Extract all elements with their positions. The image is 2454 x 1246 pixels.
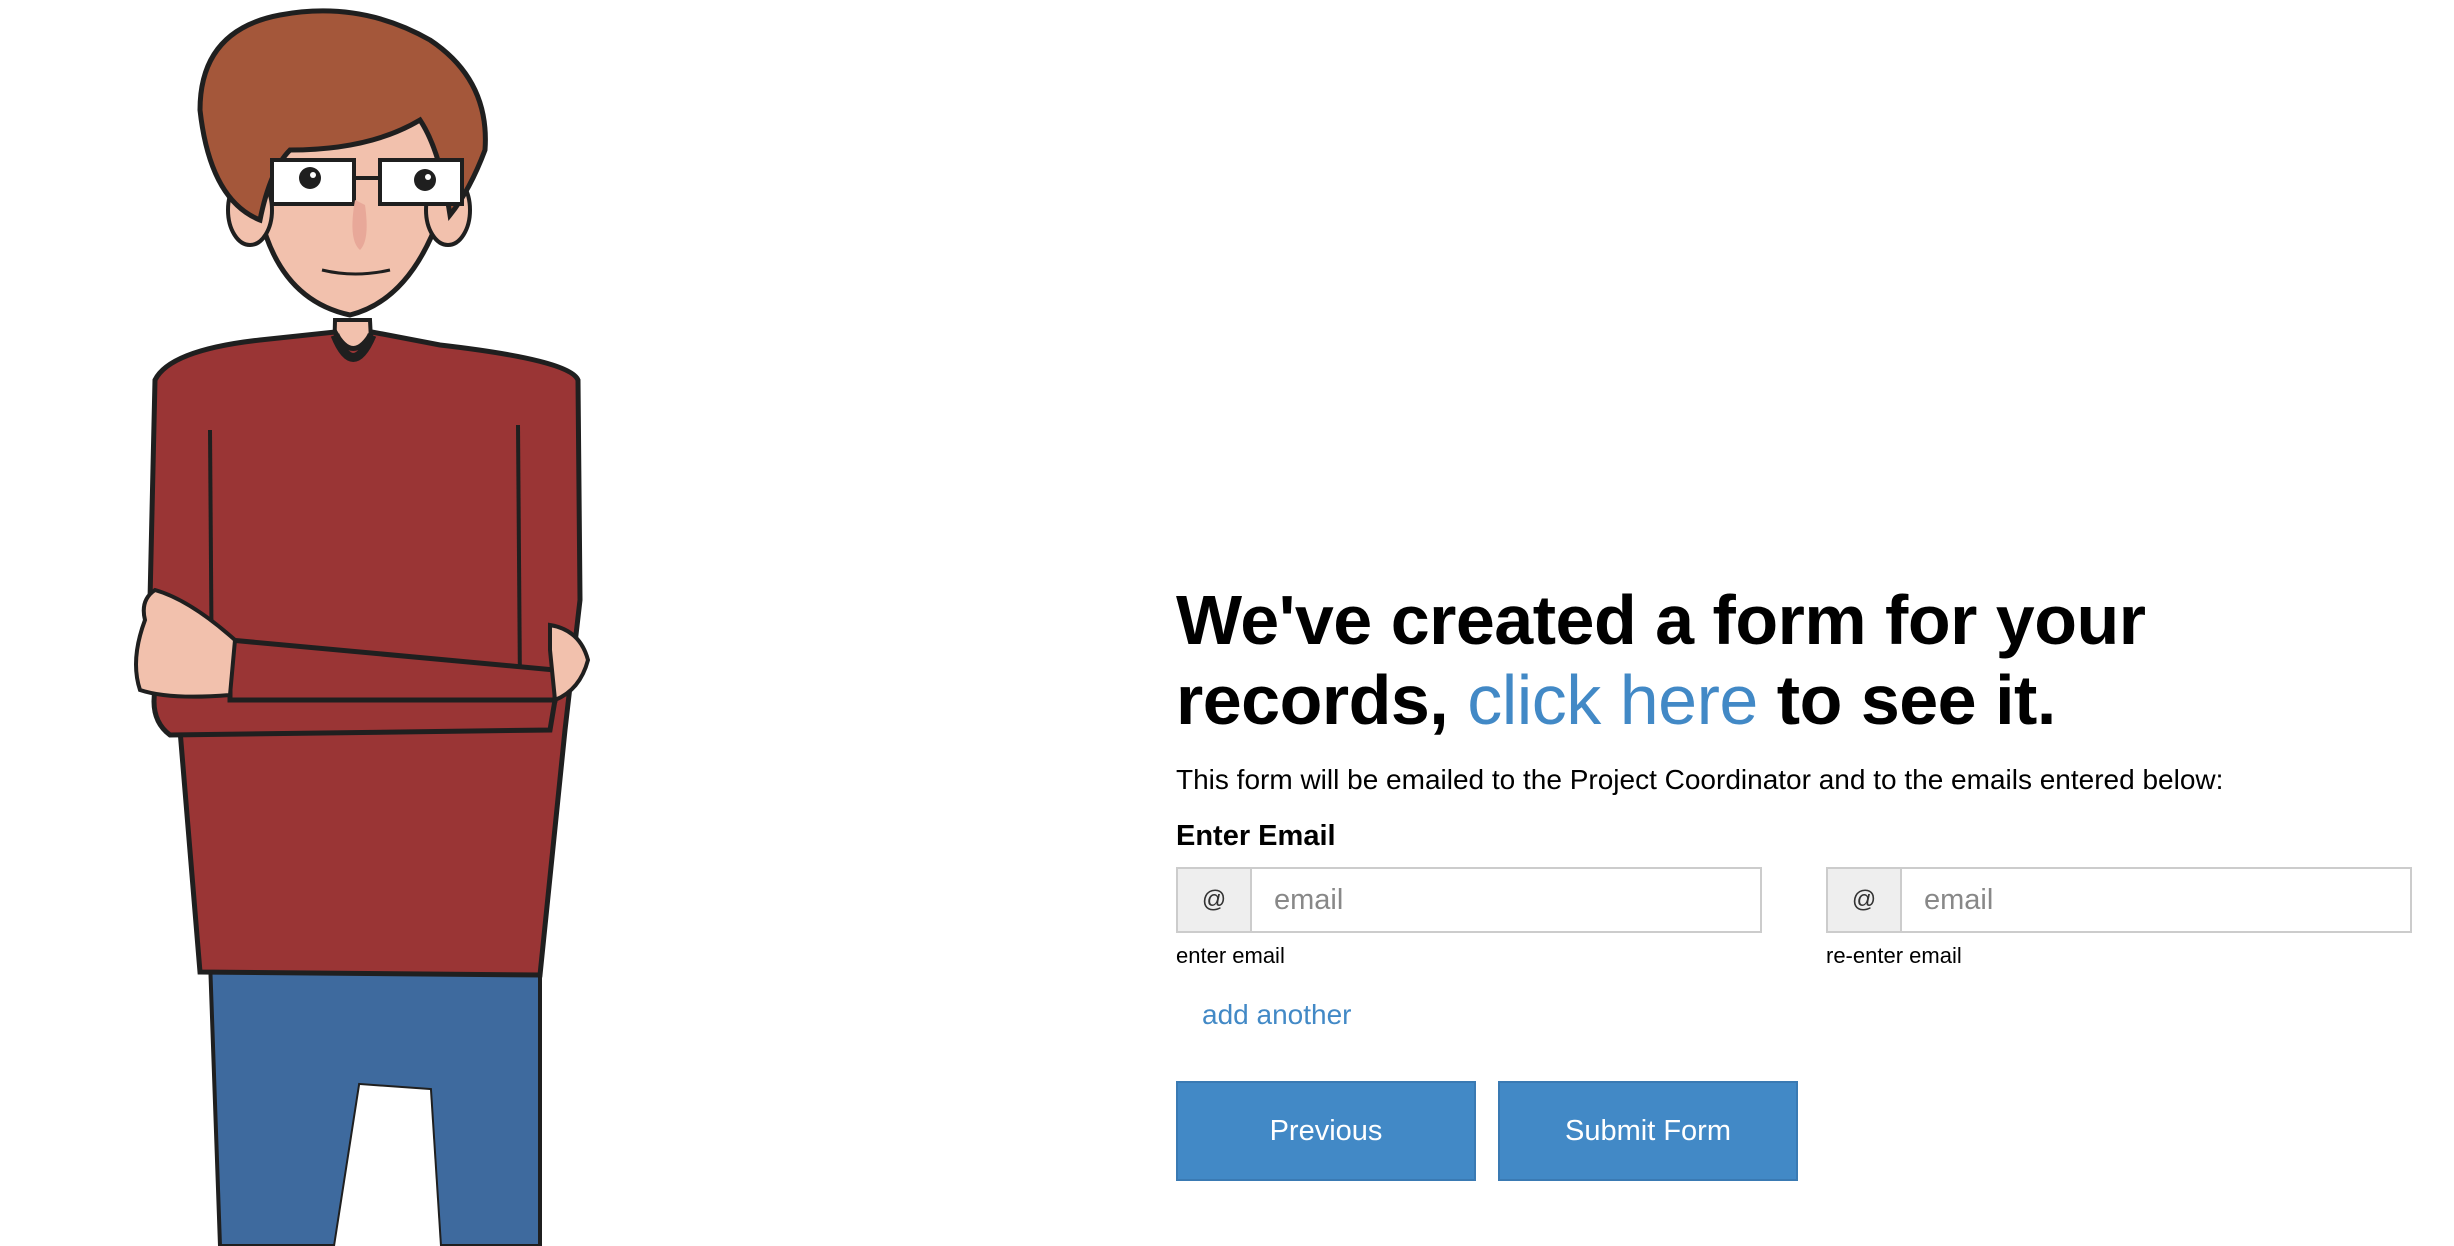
form-description: This form will be emailed to the Project…: [1176, 764, 2224, 795]
email-input-group: @: [1176, 867, 1762, 933]
confirm-email-field-group: @ re-enter email: [1826, 867, 2412, 969]
email-help-text: enter email: [1176, 943, 1285, 968]
submit-form-button[interactable]: Submit Form: [1498, 1081, 1798, 1181]
add-another-link[interactable]: add another: [1202, 999, 1351, 1031]
enter-email-label: Enter Email: [1176, 820, 1336, 852]
confirm-email-input[interactable]: [1902, 869, 2410, 931]
page-title: We've created a form for your records, c…: [1176, 580, 2426, 740]
at-sign-icon: @: [1828, 869, 1902, 931]
confirm-email-input-group: @: [1826, 867, 2412, 933]
view-form-link[interactable]: click here: [1467, 661, 1758, 739]
email-field-group: @ enter email: [1176, 867, 1762, 969]
at-sign-icon: @: [1178, 869, 1252, 931]
form-actions: Previous Submit Form: [1176, 1081, 2426, 1181]
email-input[interactable]: [1252, 869, 1760, 931]
form-panel: We've created a form for your records, c…: [1176, 580, 2426, 1181]
confirm-email-help-text: re-enter email: [1826, 943, 1962, 968]
page: We've created a form for your records, c…: [0, 0, 2454, 1246]
headline-text-end: to see it.: [1757, 661, 2056, 739]
email-inputs-row: @ enter email @ re-enter email: [1176, 867, 2426, 969]
previous-button[interactable]: Previous: [1176, 1081, 1476, 1181]
cartoon-person-illustration: [110, 0, 630, 1246]
